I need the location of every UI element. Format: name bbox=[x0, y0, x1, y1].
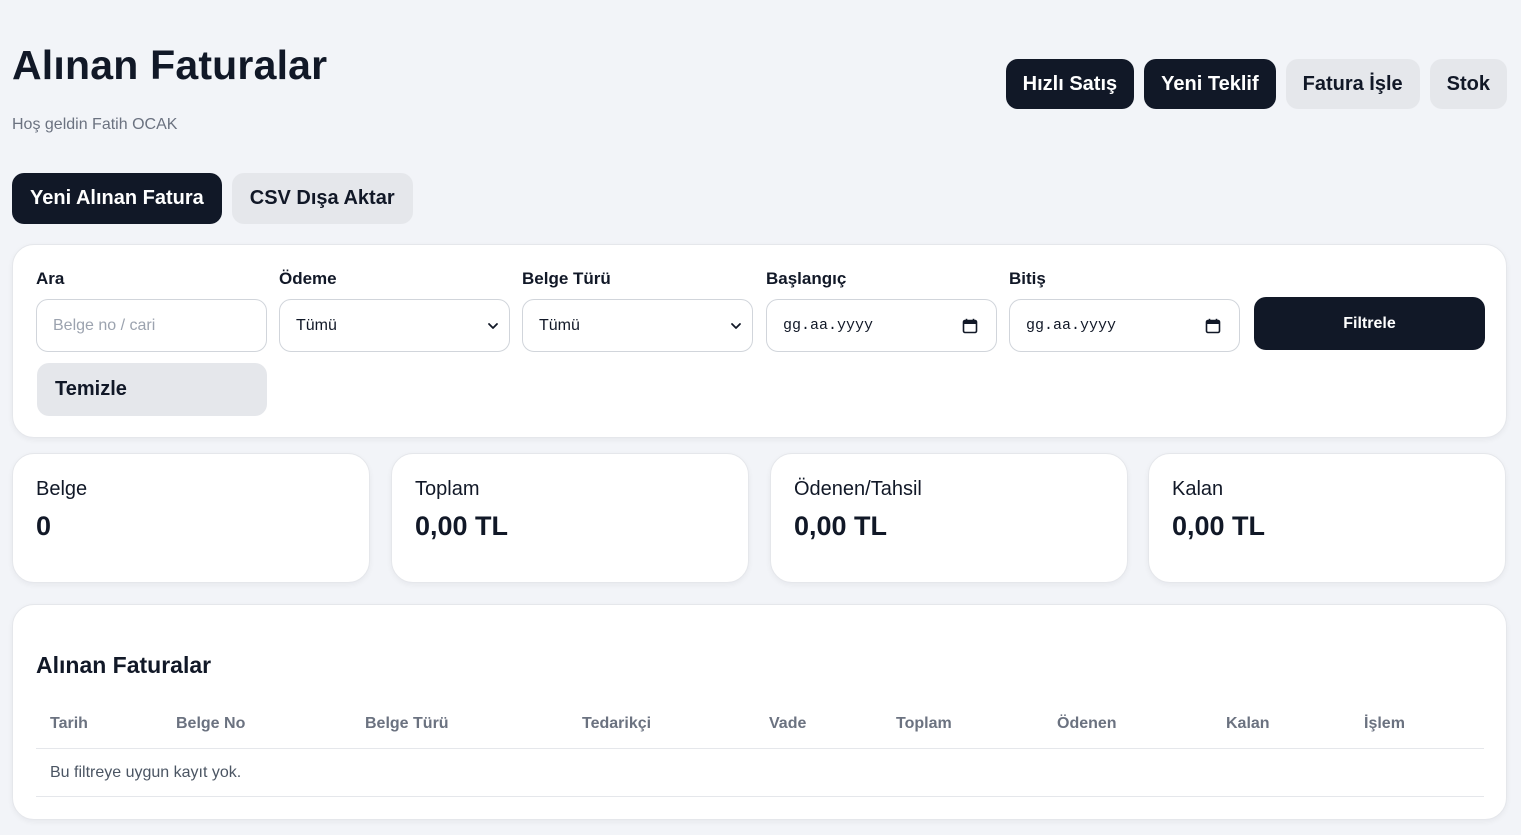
stat-label: Belge bbox=[36, 478, 88, 500]
clear-button[interactable]: Temizle bbox=[37, 363, 267, 416]
stat-card-total: Toplam 0,00 TL bbox=[391, 453, 749, 583]
stat-value: 0,00 TL bbox=[415, 511, 509, 541]
payment-selected-value: Tümü bbox=[296, 316, 337, 334]
start-date-label: Başlangıç bbox=[766, 269, 847, 288]
page-title: Alınan Faturalar bbox=[12, 42, 328, 88]
greeting-text: Hoş geldin Fatih OCAK bbox=[12, 116, 178, 133]
stat-card-paid: Ödenen/Tahsil 0,00 TL bbox=[770, 453, 1128, 583]
new-received-invoice-button[interactable]: Yeni Alınan Fatura bbox=[12, 173, 222, 224]
stat-label: Ödenen/Tahsil bbox=[794, 478, 922, 500]
chevron-down-icon bbox=[731, 322, 741, 329]
process-invoice-button[interactable]: Fatura İşle bbox=[1285, 59, 1420, 109]
end-date-value: gg.aa.yyyy bbox=[1026, 317, 1117, 334]
stat-card-documents: Belge 0 bbox=[12, 453, 370, 583]
stat-value: 0,00 TL bbox=[794, 511, 888, 541]
top-actions: Hızlı Satış Yeni Teklif Fatura İşle Stok bbox=[1005, 59, 1507, 109]
stat-card-remaining: Kalan 0,00 TL bbox=[1148, 453, 1506, 583]
doc-type-filter: Belge Türü Tümü bbox=[522, 267, 753, 352]
column-header-document-no: Belge No bbox=[176, 715, 246, 732]
payment-select[interactable]: Tümü bbox=[279, 299, 510, 352]
calendar-icon[interactable] bbox=[962, 318, 978, 334]
chevron-down-icon bbox=[488, 322, 498, 329]
stat-label: Kalan bbox=[1172, 478, 1224, 500]
table-title: Alınan Faturalar bbox=[36, 652, 212, 678]
column-header-action: İşlem bbox=[1364, 715, 1405, 732]
invoices-table-card: Alınan Faturalar Tarih Belge No Belge Tü… bbox=[12, 604, 1507, 820]
search-filter: Ara Belge no / cari bbox=[36, 267, 267, 352]
search-placeholder: Belge no / cari bbox=[53, 316, 156, 334]
stock-button[interactable]: Stok bbox=[1429, 59, 1507, 109]
new-offer-button[interactable]: Yeni Teklif bbox=[1144, 59, 1276, 109]
search-input[interactable]: Belge no / cari bbox=[36, 299, 267, 352]
secondary-actions: Yeni Alınan Fatura CSV Dışa Aktar bbox=[12, 173, 413, 224]
end-date-filter: Bitiş gg.aa.yyyy bbox=[1009, 267, 1240, 352]
quick-sale-button[interactable]: Hızlı Satış bbox=[1005, 59, 1135, 109]
table-header: Tarih Belge No Belge Türü Tedarikçi Vade… bbox=[36, 705, 1484, 749]
filter-panel: Ara Belge no / cari Ödeme Tümü Belge Tür… bbox=[12, 244, 1507, 438]
csv-export-button[interactable]: CSV Dışa Aktar bbox=[231, 173, 413, 224]
table-row: Bu filtreye uygun kayıt yok. bbox=[36, 749, 1484, 797]
column-header-paid: Ödenen bbox=[1057, 715, 1117, 732]
search-label: Ara bbox=[36, 269, 65, 288]
stat-label: Toplam bbox=[415, 478, 480, 500]
start-date-filter: Başlangıç gg.aa.yyyy bbox=[766, 267, 997, 352]
doc-type-label: Belge Türü bbox=[522, 269, 611, 288]
start-date-input[interactable]: gg.aa.yyyy bbox=[766, 299, 997, 352]
stat-value: 0 bbox=[36, 511, 52, 541]
calendar-icon[interactable] bbox=[1205, 318, 1221, 334]
column-header-total: Toplam bbox=[896, 715, 952, 732]
start-date-value: gg.aa.yyyy bbox=[783, 317, 874, 334]
column-header-document-type: Belge Türü bbox=[365, 715, 449, 732]
empty-state-message: Bu filtreye uygun kayıt yok. bbox=[50, 764, 242, 781]
column-header-remaining: Kalan bbox=[1226, 715, 1270, 732]
doc-type-select[interactable]: Tümü bbox=[522, 299, 753, 352]
column-header-date: Tarih bbox=[50, 715, 88, 732]
doc-type-selected-value: Tümü bbox=[539, 316, 580, 334]
column-header-supplier: Tedarikçi bbox=[582, 715, 652, 732]
end-date-input[interactable]: gg.aa.yyyy bbox=[1009, 299, 1240, 352]
end-date-label: Bitiş bbox=[1009, 269, 1046, 288]
filter-button[interactable]: Filtrele bbox=[1254, 297, 1485, 350]
page: Alınan Faturalar Hoş geldin Fatih OCAK H… bbox=[0, 0, 1521, 835]
column-header-due: Vade bbox=[769, 715, 807, 732]
payment-filter: Ödeme Tümü bbox=[279, 267, 510, 352]
stat-value: 0,00 TL bbox=[1172, 511, 1266, 541]
payment-label: Ödeme bbox=[279, 269, 337, 288]
